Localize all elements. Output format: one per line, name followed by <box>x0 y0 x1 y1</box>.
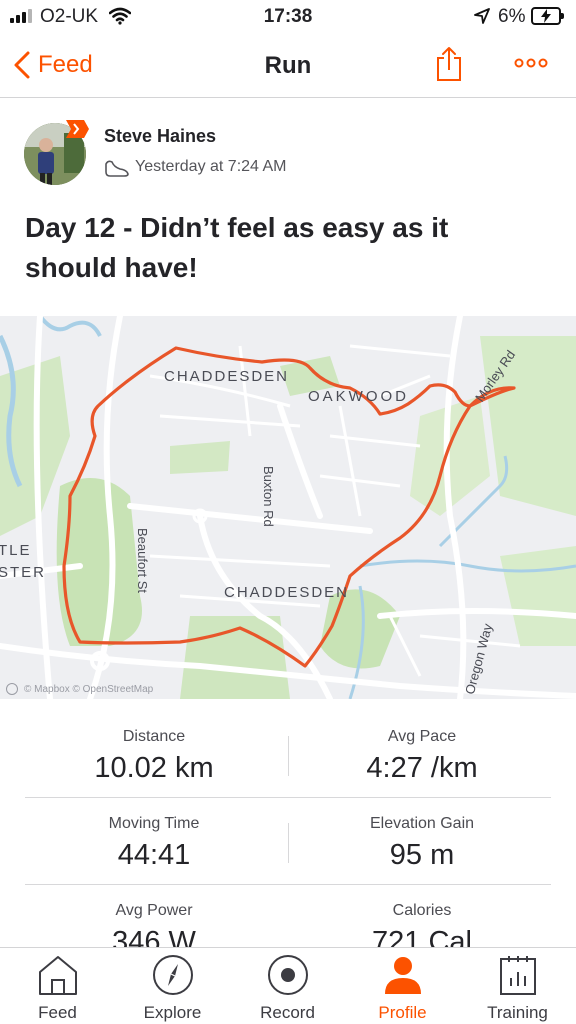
compass-icon <box>152 955 193 995</box>
home-icon <box>38 956 77 995</box>
status-bar: O2-UK 17:38 6% <box>0 0 576 34</box>
stat-distance: Distance 10.02 km <box>10 728 298 785</box>
stat-moving-time: Moving Time 44:41 <box>10 815 298 872</box>
stat-value: 10.02 km <box>94 752 214 784</box>
map-place-label: OAKWOOD <box>308 388 410 405</box>
subscriber-badge-icon <box>66 120 89 138</box>
tab-explore[interactable]: Explore <box>115 948 230 1024</box>
stat-elevation-gain: Elevation Gain 95 m <box>278 815 566 872</box>
tab-profile[interactable]: Profile <box>345 948 460 1024</box>
share-icon[interactable] <box>434 46 464 82</box>
stat-label: Avg Power <box>115 902 193 919</box>
battery-percentage: 6% <box>498 6 526 27</box>
stat-divider <box>288 823 289 863</box>
map-place-label: CHADDESDEN <box>224 584 350 601</box>
info-icon[interactable] <box>6 683 18 695</box>
stat-value: 95 m <box>389 839 455 871</box>
record-icon <box>267 955 308 995</box>
tab-feed[interactable]: Feed <box>0 948 115 1024</box>
athlete-name[interactable]: Steve Haines <box>104 126 216 147</box>
stat-avg-pace: Avg Pace 4:27 /km <box>278 728 566 785</box>
shoe-icon <box>105 160 129 177</box>
stat-label: Calories <box>392 902 452 919</box>
map-attribution: © Mapbox © OpenStreetMap <box>6 683 153 695</box>
row-divider <box>25 884 551 885</box>
tab-record[interactable]: Record <box>230 948 345 1024</box>
tab-label: Feed <box>38 1003 77 1022</box>
page-title: Run <box>264 52 312 79</box>
stat-value: 4:27 /km <box>366 752 478 784</box>
tab-label: Profile <box>378 1003 427 1022</box>
stat-label: Avg Pace <box>387 728 457 745</box>
map-place-label: CHADDESDEN <box>164 368 290 385</box>
tab-bar: Feed Explore Record Profile Training <box>0 947 576 1024</box>
map-street-label: Buxton Rd <box>261 466 276 527</box>
tab-label: Record <box>260 1003 315 1022</box>
stat-value: 44:41 <box>117 839 191 871</box>
stat-divider <box>288 736 289 776</box>
stat-label: Elevation Gain <box>369 815 475 832</box>
tab-training[interactable]: Training <box>460 948 575 1024</box>
calendar-chart-icon <box>499 956 536 995</box>
attribution-text: © Mapbox © OpenStreetMap <box>24 683 154 695</box>
location-arrow-icon <box>474 8 490 24</box>
tab-label: Explore <box>143 1003 202 1022</box>
profile-icon <box>384 957 421 994</box>
stat-label: Moving Time <box>108 815 200 832</box>
route-map[interactable]: CHADDESDEN OAKWOOD CHADDESDEN Buxton Rd … <box>0 316 576 699</box>
tab-label: Training <box>487 1003 548 1022</box>
stat-label: Distance <box>122 728 186 745</box>
navigation-bar: Feed Run <box>0 34 576 98</box>
map-street-label: Beaufort St <box>135 528 150 594</box>
more-icon[interactable] <box>514 58 548 68</box>
row-divider <box>25 797 551 798</box>
battery-charging-icon <box>531 7 564 25</box>
map-partial-label: TLE <box>0 542 32 559</box>
map-partial-label: STER <box>0 564 47 581</box>
activity-timestamp: Yesterday at 7:24 AM <box>135 158 287 175</box>
activity-title: Day 12 - Didn’t feel as easy as it shoul… <box>25 212 449 283</box>
